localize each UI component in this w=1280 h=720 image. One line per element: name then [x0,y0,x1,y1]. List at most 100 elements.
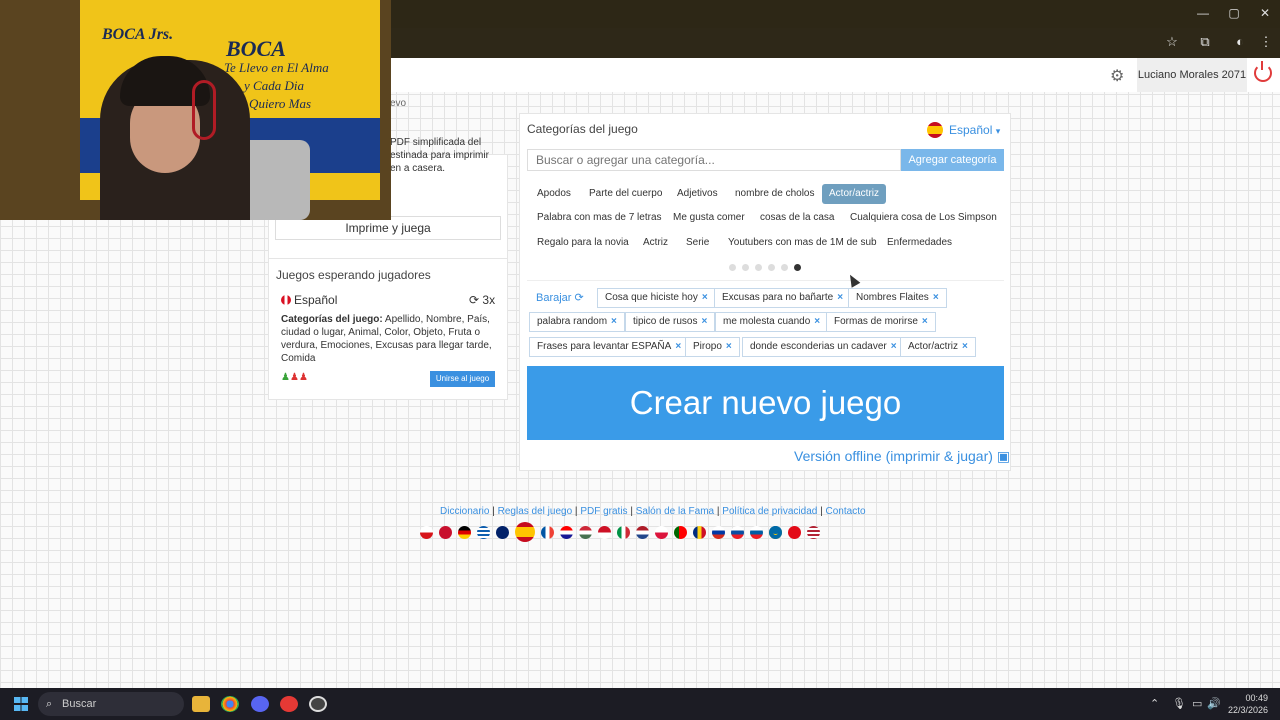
minimize-button[interactable]: — [1193,6,1213,20]
footer-link-rules[interactable]: Reglas del juego [498,506,573,517]
remove-tag-icon[interactable]: × [726,341,732,352]
taskbar: ⌕ Buscar ⌃ 🎙 ▭ 🔊 00:49 22/3/2026 [0,688,1280,720]
suggestion-chip[interactable]: Actriz [643,235,668,251]
remove-tag-icon[interactable]: × [675,341,681,352]
germany-flag-icon[interactable] [458,525,471,539]
microphone-icon[interactable]: 🎙 [1172,697,1186,710]
category-search-input[interactable] [527,149,901,171]
pager-dot[interactable] [755,264,762,271]
suggestion-chip-active[interactable]: Actor/actriz [822,184,887,204]
suggestion-chip[interactable]: Cualquiera cosa de Los Simpson [850,210,997,226]
remove-tag-icon[interactable]: × [891,341,897,352]
star-icon[interactable]: ☆ [1164,34,1180,50]
suggestion-chip[interactable]: nombre de cholos [735,186,815,202]
join-game-button[interactable]: Unirse al juego [430,371,495,387]
france-flag-icon[interactable] [541,525,554,539]
turkey-flag-icon[interactable] [788,525,801,539]
suggestion-chip[interactable]: cosas de la casa [760,210,835,226]
footer-link-dictionary[interactable]: Diccionario [440,506,489,517]
romania-flag-icon[interactable] [693,525,706,539]
footer-link-privacy[interactable]: Política de privacidad [722,506,817,517]
volume-icon[interactable]: 🔊 [1207,697,1221,710]
footer-link-pdf[interactable]: PDF gratis [580,506,627,517]
suggestion-chip[interactable]: Parte del cuerpo [589,186,662,202]
suggestion-chip[interactable]: Youtubers con mas de 1M de sub [728,235,877,251]
categories-label: Categorías del juego: [281,314,383,325]
russia-flag-icon[interactable] [712,525,725,539]
italy-flag-icon[interactable] [617,525,630,539]
media-player-icon[interactable] [280,696,298,712]
uk-flag-icon[interactable] [496,525,509,539]
slovenia-flag-icon[interactable] [750,525,763,539]
remove-tag-icon[interactable]: × [837,292,843,303]
slovakia-flag-icon[interactable] [731,525,744,539]
remove-tag-icon[interactable]: × [701,316,707,327]
suggestion-chip[interactable]: Adjetivos [677,186,718,202]
suggestion-chip[interactable]: Apodos [537,186,571,202]
divider [527,280,1004,281]
denmark-flag-icon[interactable] [439,525,452,539]
taskbar-clock[interactable]: 00:49 22/3/2026 [1228,692,1268,716]
usa-flag-icon[interactable] [807,525,820,539]
offline-link-label: Versión offline (imprimir & jugar) [794,448,993,464]
pdf-icon: ▣ [996,448,1011,464]
extensions-icon[interactable]: ⧉ [1197,34,1213,50]
pager-dot[interactable] [781,264,788,271]
discord-icon[interactable] [251,696,269,712]
pager-dot-active[interactable] [794,264,801,271]
selected-tag: Frases para levantar ESPAÑA × [529,337,690,357]
suggestion-chip[interactable]: Regalo para la novia [537,235,629,251]
suggestion-chip[interactable]: Serie [686,235,709,251]
czech-flag-icon[interactable] [420,525,433,539]
footer-link-hall-of-fame[interactable]: Salón de la Fama [636,506,714,517]
game-language: Español [281,293,337,307]
hungary-flag-icon[interactable] [579,525,592,539]
create-game-button[interactable]: Crear nuevo juego [527,366,1004,440]
chrome-icon[interactable] [221,696,239,712]
croatia-flag-icon[interactable] [560,525,573,539]
player-icon: ♟ [281,372,290,383]
chevron-up-icon[interactable]: ⌃ [1150,697,1159,710]
remove-tag-icon[interactable]: × [922,316,928,327]
remove-tag-icon[interactable]: × [611,316,617,327]
pager-dot[interactable] [729,264,736,271]
round-count: ⟳ 3x [469,293,495,307]
tag-label: Actor/actriz [908,341,959,352]
remove-tag-icon[interactable]: × [702,292,708,303]
suggestion-chip[interactable]: Me gusta comer [673,210,745,226]
obs-icon[interactable] [309,696,327,712]
pager-dot[interactable] [742,264,749,271]
taskbar-search[interactable]: ⌕ Buscar [38,692,184,716]
spain-flag-icon[interactable] [515,522,535,542]
sweden-flag-icon[interactable] [769,525,782,539]
user-name[interactable]: Luciano Morales 2071 [1137,58,1247,92]
jersey-text: y Cada Dia [244,78,304,93]
file-explorer-icon[interactable] [192,696,210,712]
poland-flag-icon[interactable] [655,525,668,539]
footer-link-contact[interactable]: Contacto [826,506,866,517]
profile-icon[interactable]: ◐ [1232,34,1248,49]
offline-version-link[interactable]: Versión offline (imprimir & jugar) ▣ [794,448,1010,465]
add-category-button[interactable]: Agregar categoría [901,149,1004,171]
close-window-button[interactable]: ✕ [1255,6,1275,20]
remove-tag-icon[interactable]: × [933,292,939,303]
menu-icon[interactable]: ⋮ [1258,34,1274,50]
indonesia-flag-icon[interactable] [598,525,611,539]
portugal-flag-icon[interactable] [674,525,687,539]
gear-icon[interactable]: ⚙ [1110,66,1124,86]
suggestion-chip[interactable]: Palabra con mas de 7 letras [537,210,662,226]
selected-tag: palabra random × [529,312,625,332]
remove-tag-icon[interactable]: × [814,316,820,327]
language-select[interactable]: Español ▾ [927,122,1000,138]
netherlands-flag-icon[interactable] [636,525,649,539]
monitor-icon[interactable]: ▭ [1192,697,1202,710]
shuffle-button[interactable]: Barajar ⟳ [536,291,584,304]
greece-flag-icon[interactable] [477,525,490,539]
suggestion-chip[interactable]: Enfermedades [887,235,952,251]
remove-tag-icon[interactable]: × [962,341,968,352]
tag-label: Formas de morirse [834,316,918,327]
power-icon[interactable] [1254,61,1272,82]
pager-dot[interactable] [768,264,775,271]
maximize-button[interactable]: ▢ [1224,6,1244,20]
windows-start-icon[interactable] [14,697,28,711]
